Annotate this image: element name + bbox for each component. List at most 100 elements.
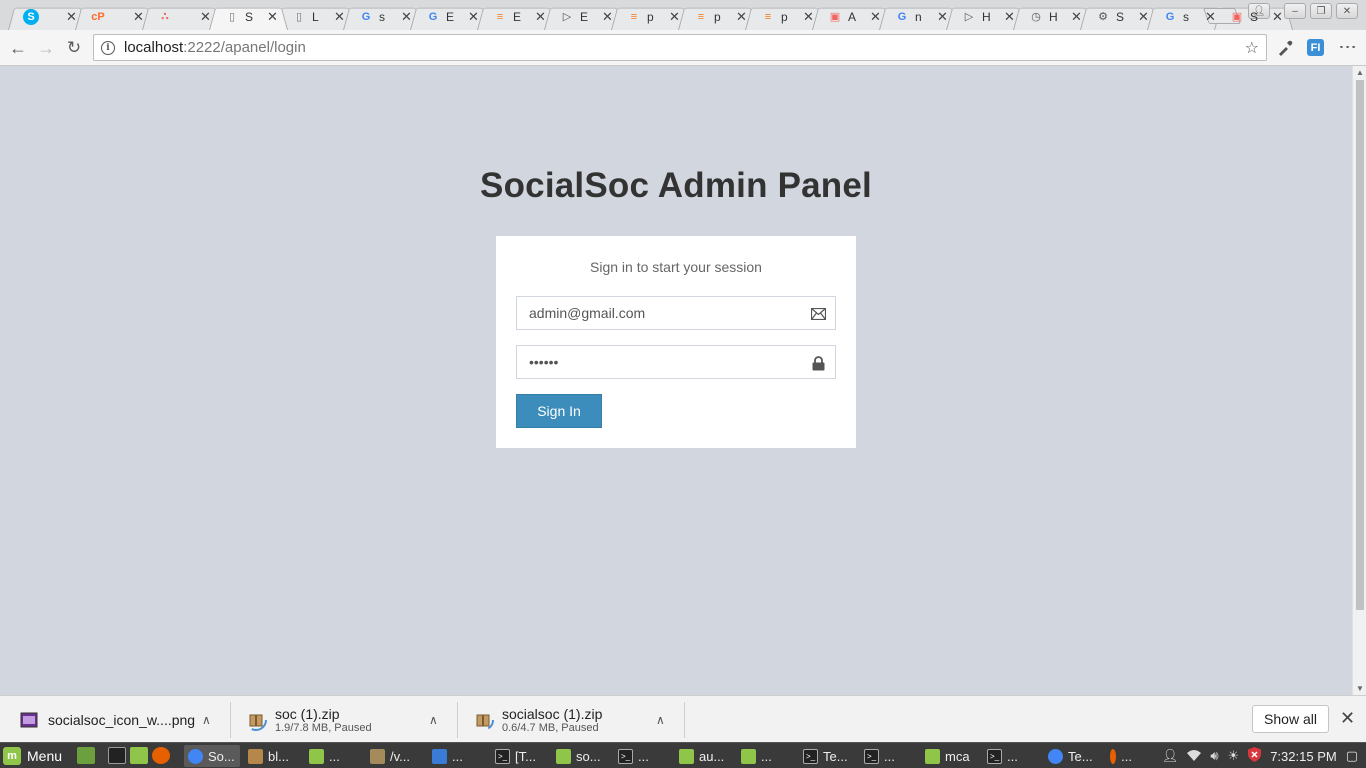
shield-icon[interactable]	[1248, 747, 1262, 765]
close-tab-icon[interactable]: ✕	[1138, 9, 1149, 25]
taskbar-item[interactable]: ...	[305, 745, 361, 767]
close-tab-icon[interactable]: ✕	[1272, 9, 1283, 25]
taskbar-item[interactable]: >_...	[860, 745, 916, 767]
close-tab-icon[interactable]: ✕	[468, 9, 479, 25]
close-icon[interactable]: ✕	[1340, 708, 1355, 729]
reload-icon[interactable]: ↻	[62, 36, 86, 60]
taskbar-item[interactable]: so...	[552, 745, 608, 767]
close-tab-icon[interactable]: ✕	[401, 9, 412, 25]
taskbar-item-label: [T...	[515, 748, 536, 764]
close-tab-icon[interactable]: ✕	[602, 9, 613, 25]
close-tab-icon[interactable]: ✕	[267, 9, 278, 25]
taskbar-item[interactable]: >_ [T...	[491, 745, 547, 767]
download-item[interactable]: socialsoc_icon_w....png ∧	[18, 702, 218, 738]
user-icon[interactable]: 👤︎	[1162, 748, 1179, 764]
tab[interactable]: ▷ H ✕	[946, 3, 1025, 30]
terminal-icon[interactable]	[108, 747, 126, 764]
tab[interactable]: cP ✕	[75, 3, 154, 30]
folder-icon	[679, 748, 694, 764]
bookmark-star-icon[interactable]: ☆	[1245, 38, 1259, 58]
firefox-icon[interactable]	[152, 747, 170, 764]
taskbar-item[interactable]: ...	[737, 745, 793, 767]
tab[interactable]: ▣ A ✕	[812, 3, 891, 30]
taskbar-item-label: ...	[329, 748, 340, 764]
email-input[interactable]	[517, 297, 835, 329]
tab[interactable]: ▯ L ✕	[276, 3, 355, 30]
envelope-icon	[810, 306, 826, 322]
download-item[interactable]: socialsoc (1).zip 0.6/4.7 MB, Paused ∧	[472, 702, 672, 738]
scroll-down-icon[interactable]: ▼	[1356, 684, 1364, 693]
tab[interactable]: S ✕	[8, 3, 87, 30]
chevron-up-icon[interactable]: ∧	[429, 713, 438, 727]
show-desktop-icon[interactable]	[77, 747, 95, 764]
taskbar-item[interactable]: au...	[675, 745, 731, 767]
tab[interactable]: Gn ✕	[879, 3, 958, 30]
close-tab-icon[interactable]: ✕	[334, 9, 345, 25]
vscode-icon	[432, 748, 447, 764]
taskbar-item[interactable]: >_...	[614, 745, 670, 767]
maximize-button[interactable]: ❐	[1310, 3, 1332, 19]
taskbar-item[interactable]: mca	[921, 745, 977, 767]
address-bar[interactable]: i localhost:2222/apanel/login ☆	[93, 34, 1267, 61]
close-tab-icon[interactable]: ✕	[870, 9, 881, 25]
scroll-up-icon[interactable]: ▲	[1356, 68, 1364, 77]
system-tray: 👤︎ 🔊︎ ☀︎ 7:32:15 PM ▢	[1162, 747, 1358, 765]
cpanel-icon: cP	[91, 10, 105, 23]
tab[interactable]: ◷ H ✕	[1013, 3, 1092, 30]
taskbar-item[interactable]: bl...	[244, 745, 300, 767]
taskbar-item[interactable]: >_ Te...	[799, 745, 855, 767]
notifications-icon[interactable]: ▢	[1346, 748, 1358, 764]
folder-icon[interactable]	[130, 747, 148, 764]
brightness-icon[interactable]: ☀︎	[1228, 748, 1240, 764]
chrome-menu-icon[interactable]: ⋮	[1338, 38, 1358, 54]
taskbar-item[interactable]: So...	[184, 745, 240, 767]
taskbar-item[interactable]: /v...	[366, 745, 422, 767]
back-icon[interactable]: ←	[6, 36, 30, 60]
password-input[interactable]	[517, 346, 835, 378]
close-tab-icon[interactable]: ✕	[803, 9, 814, 25]
close-tab-icon[interactable]: ✕	[736, 9, 747, 25]
forward-icon[interactable]: →	[34, 36, 58, 60]
scrollbar-thumb[interactable]	[1356, 80, 1364, 610]
tab[interactable]: ⚙ S ✕	[1080, 3, 1159, 30]
close-window-button[interactable]: ✕	[1336, 3, 1358, 19]
clock[interactable]: 7:32:15 PM	[1270, 749, 1337, 764]
close-tab-icon[interactable]: ✕	[669, 9, 680, 25]
tab[interactable]: ▷ E ✕	[544, 3, 623, 30]
extension-fi-icon[interactable]: FI	[1307, 39, 1324, 56]
close-tab-icon[interactable]: ✕	[937, 9, 948, 25]
volume-icon[interactable]: 🔊︎	[1210, 748, 1218, 764]
chevron-up-icon[interactable]: ∧	[202, 713, 211, 727]
vertical-scrollbar[interactable]: ▲ ▼	[1352, 66, 1366, 695]
show-all-button[interactable]: Show all	[1252, 705, 1329, 733]
sign-in-button[interactable]: Sign In	[516, 394, 602, 428]
close-tab-icon[interactable]: ✕	[1004, 9, 1015, 25]
wifi-icon[interactable]	[1187, 749, 1202, 764]
tab[interactable]: ≡ E ✕	[477, 3, 556, 30]
tab[interactable]: ≡ p ✕	[678, 3, 757, 30]
download-item[interactable]: soc (1).zip 1.9/7.8 MB, Paused ∧	[245, 702, 445, 738]
stackoverflow-icon: ≡	[697, 10, 705, 23]
close-tab-icon[interactable]: ✕	[1071, 9, 1082, 25]
tab[interactable]: ≡ p ✕	[611, 3, 690, 30]
close-tab-icon[interactable]: ✕	[66, 9, 77, 25]
taskbar-item[interactable]: >_...	[983, 745, 1039, 767]
taskbar-item[interactable]: ...	[1106, 745, 1132, 767]
tab[interactable]: Gs ✕	[343, 3, 422, 30]
taskbar-item[interactable]: Te...	[1044, 745, 1100, 767]
taskbar-item[interactable]: ...	[428, 745, 484, 767]
tab[interactable]: G E ✕	[410, 3, 489, 30]
tab[interactable]: ∴ ✕	[142, 3, 221, 30]
tab[interactable]: ≡ p ✕	[745, 3, 824, 30]
close-tab-icon[interactable]: ✕	[535, 9, 546, 25]
start-menu-button[interactable]: m Menu	[3, 746, 62, 766]
minimize-button[interactable]: –	[1284, 3, 1306, 19]
close-tab-icon[interactable]: ✕	[133, 9, 144, 25]
eyedropper-icon[interactable]	[1274, 37, 1296, 59]
close-tab-icon[interactable]: ✕	[1205, 9, 1216, 25]
tab[interactable]: ▯ S ✕	[209, 3, 288, 30]
chevron-up-icon[interactable]: ∧	[656, 713, 665, 727]
folder-icon	[309, 748, 324, 764]
close-tab-icon[interactable]: ✕	[200, 9, 211, 25]
info-icon[interactable]: i	[101, 40, 115, 55]
